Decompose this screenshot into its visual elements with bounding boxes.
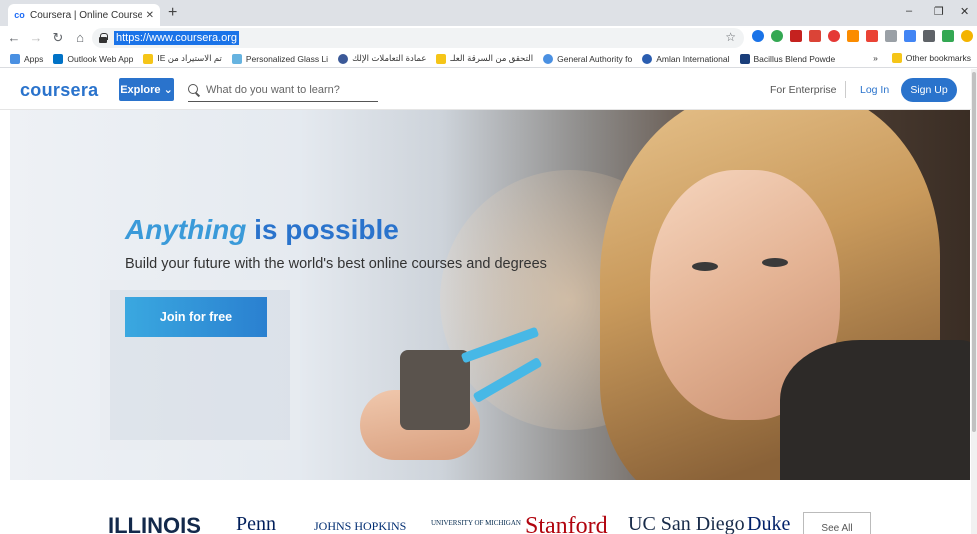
browser-tabstrip: co Coursera | Online Courses & Cre ✕ + –… [0, 0, 977, 26]
other-bookmarks[interactable]: Other bookmarks [906, 53, 971, 63]
bookmark-label: Bacillus Blend Powde [753, 53, 836, 64]
bookmark-item[interactable]: Bacillus Blend Powde [739, 53, 836, 64]
site-header: coursera Explore ⌄ For Enterprise Log In… [0, 69, 977, 110]
bookmarks-overflow-chevron-icon[interactable]: » [873, 53, 878, 63]
bookmark-item[interactable]: Personalized Glass Li [231, 53, 329, 64]
bookmark-label: Personalized Glass Li [245, 53, 329, 64]
extension-icon[interactable] [847, 30, 859, 42]
site-favicon-icon [642, 53, 653, 64]
extension-icon[interactable] [771, 30, 783, 42]
extension-icon[interactable] [904, 30, 916, 42]
hero-title: Anything is possible [125, 214, 399, 246]
bookmark-label: Outlook Web App [67, 53, 134, 64]
signup-button[interactable]: Sign Up [901, 78, 957, 102]
partner-logo-michigan[interactable]: UNIVERSITY OF MICHIGAN [431, 519, 521, 527]
coursera-logo[interactable]: coursera [20, 80, 98, 101]
explore-button[interactable]: Explore ⌄ [119, 78, 174, 101]
bookmark-star-icon[interactable]: ☆ [725, 30, 736, 44]
bookmark-label: General Authority fo [557, 53, 633, 64]
browser-tab[interactable]: co Coursera | Online Courses & Cre ✕ [8, 4, 160, 26]
bookmark-label: IE تم الاستيراد من [157, 53, 222, 63]
extension-icon[interactable] [828, 30, 840, 42]
partner-logo-ucsd[interactable]: UC San Diego [628, 513, 745, 534]
page-scrollbar-thumb[interactable] [972, 72, 976, 432]
site-favicon-icon [338, 53, 349, 64]
extension-icon[interactable] [961, 30, 973, 42]
partner-logo-penn[interactable]: Penn [236, 513, 276, 534]
partner-logo-johns-hopkins[interactable]: JOHNS HOPKINS [314, 519, 406, 534]
home-icon[interactable]: ⌂ [72, 28, 88, 48]
forward-arrow-icon[interactable]: → [28, 28, 44, 48]
extension-icon[interactable] [923, 30, 935, 42]
extension-icon[interactable] [885, 30, 897, 42]
folder-icon [436, 53, 447, 64]
search-icon[interactable] [188, 83, 200, 96]
hero-photo-eye [692, 262, 718, 271]
bookmarks-bar: Apps Outlook Web App IE تم الاستيراد من … [0, 50, 977, 68]
tab-title: Coursera | Online Courses & Cre [30, 9, 142, 21]
join-for-free-button[interactable]: Join for free [125, 297, 267, 337]
extensions-area [752, 30, 973, 42]
bookmark-item[interactable]: التحقق من السرقة العلـ [436, 53, 533, 64]
address-bar[interactable]: https://www.coursera.org ☆ [92, 28, 744, 48]
bookmark-item[interactable]: عمادة التعاملات الإلك [338, 53, 426, 64]
extension-icon[interactable] [942, 30, 954, 42]
folder-icon [891, 53, 902, 63]
hero-photo-shirt [780, 340, 970, 480]
search-input[interactable] [206, 83, 376, 96]
browser-toolbar: ← → ↻ ⌂ https://www.coursera.org ☆ [0, 26, 977, 50]
outlook-icon [53, 53, 64, 64]
bookmark-label: عمادة التعاملات الإلك [352, 53, 427, 63]
partner-logo-stanford[interactable]: Stanford [525, 513, 608, 534]
address-url[interactable]: https://www.coursera.org [114, 31, 240, 45]
lock-icon [98, 33, 108, 43]
bookmark-item[interactable]: Amlan International [642, 53, 730, 64]
folder-icon [143, 53, 154, 64]
partner-logos: ILLINOIS Penn JOHNS HOPKINS UNIVERSITY O… [0, 505, 977, 534]
reload-icon[interactable]: ↻ [50, 28, 66, 48]
extension-icon[interactable] [866, 30, 878, 42]
search-bar [188, 78, 378, 102]
bookmark-item[interactable]: IE تم الاستيراد من [143, 53, 222, 64]
extension-icon[interactable] [790, 30, 802, 42]
hero-photo-robot-arm [460, 326, 540, 364]
site-favicon-icon [739, 53, 750, 64]
maximize-button[interactable]: ❐ [934, 5, 944, 18]
bookmark-item[interactable]: Apps [10, 53, 44, 64]
bookmark-label: Amlan International [656, 53, 730, 64]
see-all-partners-button[interactable]: See All [803, 512, 871, 534]
login-link[interactable]: Log In [860, 84, 889, 96]
partner-logo-illinois[interactable]: ILLINOIS [108, 513, 201, 534]
extension-icon[interactable] [809, 30, 821, 42]
hero-title-emphasis: Anything [125, 214, 247, 245]
bookmark-item[interactable]: Outlook Web App [53, 53, 134, 64]
new-tab-button[interactable]: + [168, 4, 177, 22]
tab-close-icon[interactable]: ✕ [146, 10, 154, 21]
bookmark-label: التحقق من السرقة العلـ [450, 53, 534, 63]
for-enterprise-link[interactable]: For Enterprise [770, 84, 837, 96]
site-favicon-icon [543, 53, 554, 64]
bookmark-label: Apps [24, 53, 44, 64]
hero-banner: Anything is possible Build your future w… [10, 110, 970, 480]
partner-logo-duke[interactable]: Duke [747, 513, 790, 534]
header-divider [845, 81, 846, 98]
bookmark-item[interactable]: General Authority fo [543, 53, 633, 64]
hero-subtitle: Build your future with the world's best … [125, 256, 547, 272]
coursera-favicon-icon: co [14, 9, 25, 20]
site-favicon-icon [231, 53, 242, 64]
apps-grid-icon [10, 53, 20, 64]
extension-icon[interactable] [752, 30, 764, 42]
hero-photo-robot [340, 320, 543, 470]
hero-photo-robot-arm [472, 356, 543, 404]
hero-photo-eye [762, 258, 788, 267]
minimize-button[interactable]: – [906, 5, 912, 17]
close-window-button[interactable]: ✕ [960, 5, 969, 18]
hero-title-rest: is possible [246, 214, 399, 245]
back-arrow-icon[interactable]: ← [6, 28, 22, 48]
hero-photo-robot-body [400, 350, 470, 430]
